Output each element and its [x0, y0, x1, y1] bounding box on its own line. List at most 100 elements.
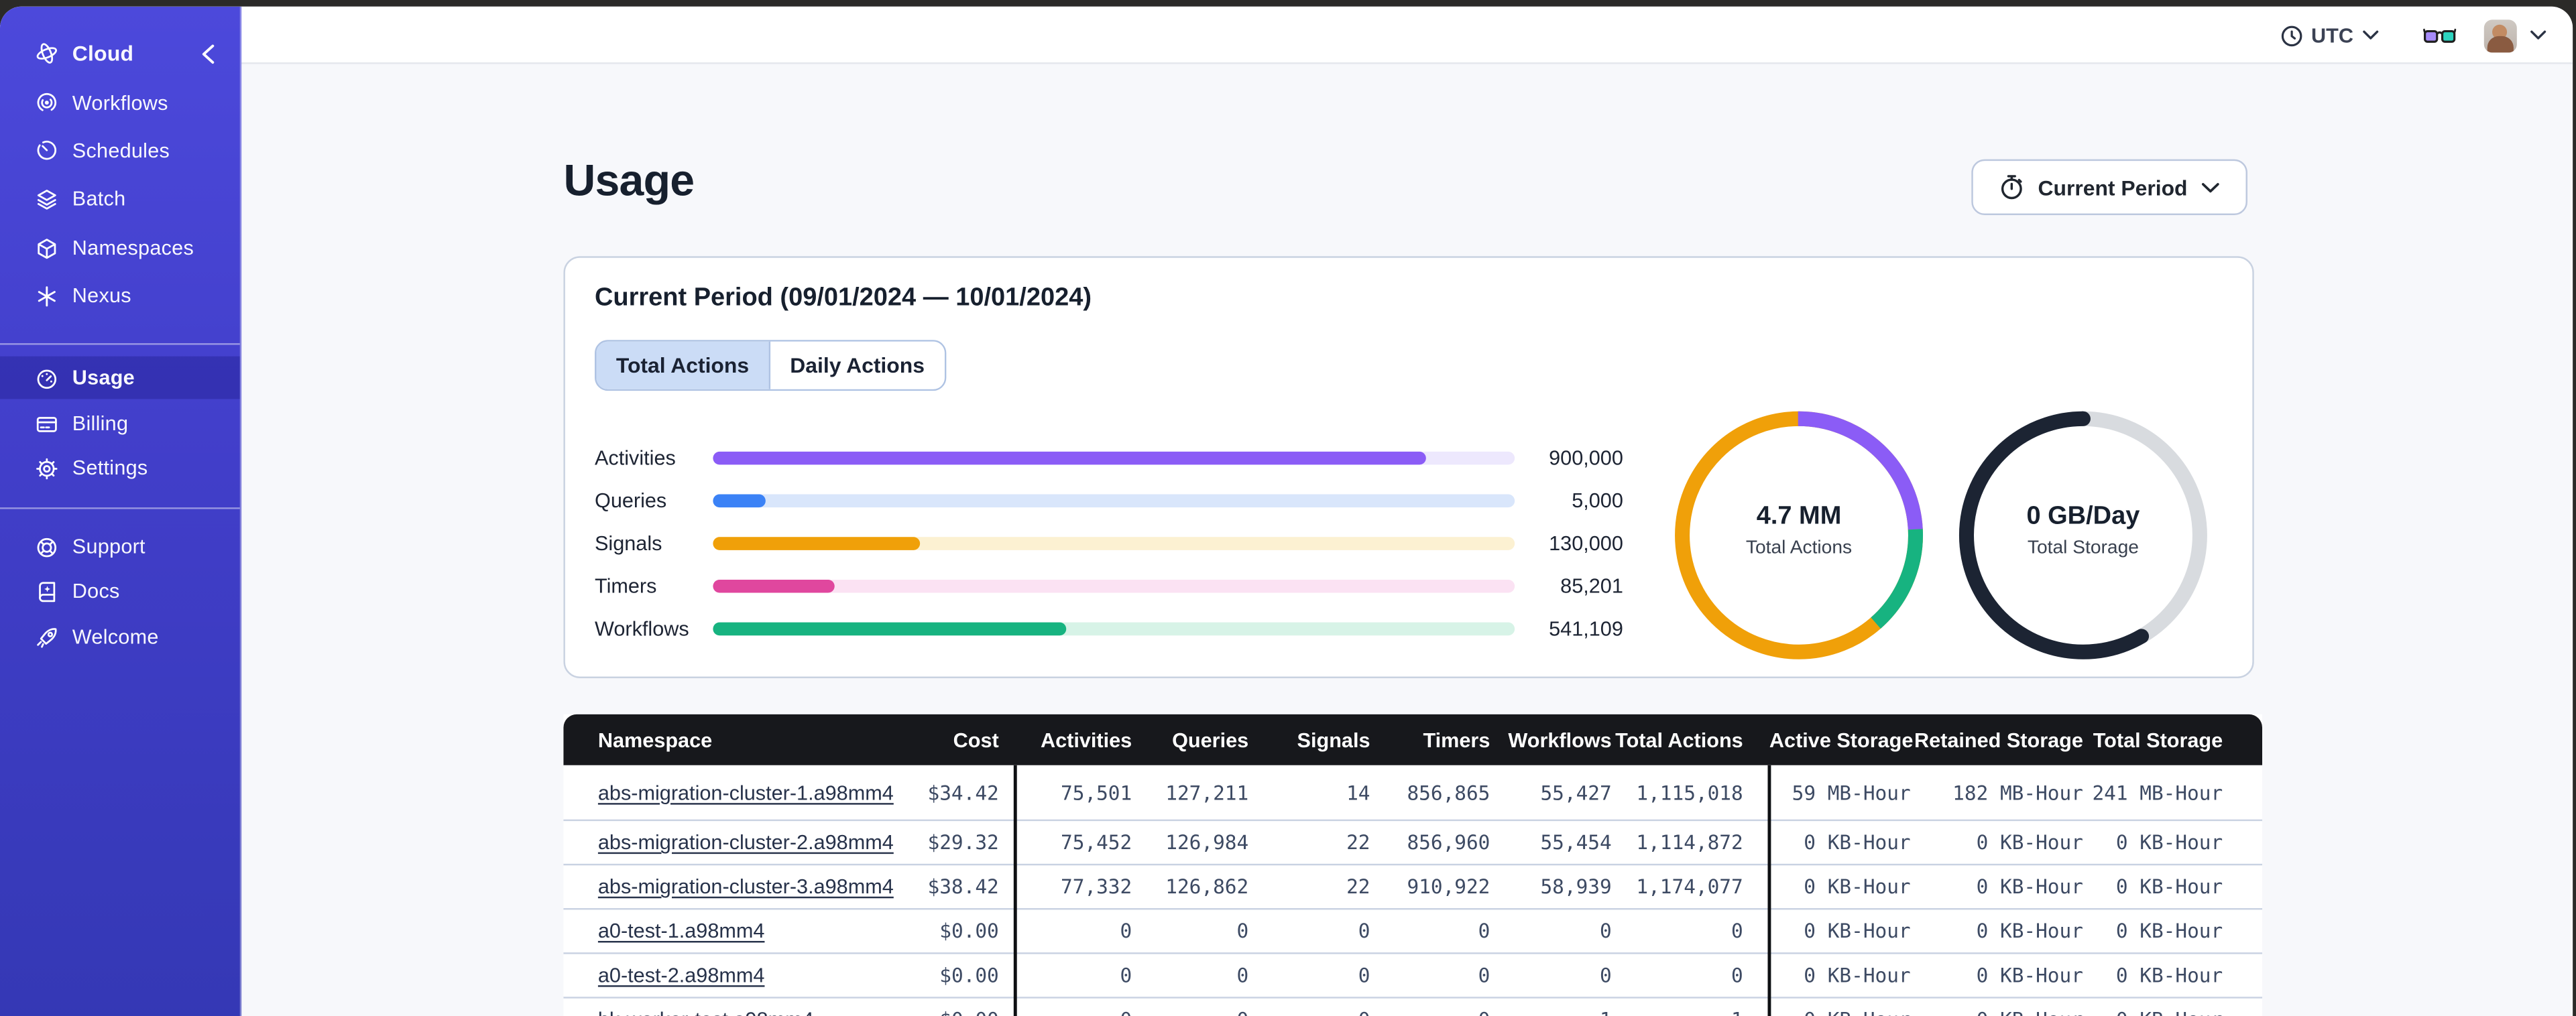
cell-cost: $34.42	[927, 781, 999, 804]
cell-activities: 77,332	[1060, 875, 1132, 899]
cell-total-storage: 0 KB-Hour	[2115, 964, 2223, 987]
current-period-card: Current Period (09/01/2024 — 10/01/2024)…	[563, 256, 2254, 678]
column-header-workflows: Workflows	[1508, 728, 1612, 751]
sidebar-item-settings[interactable]: Settings	[0, 446, 240, 489]
cell-signals: 22	[1346, 875, 1370, 899]
batch-icon	[34, 187, 59, 212]
sidebar-item-label: Nexus	[72, 284, 131, 308]
namespace-link[interactable]: abs-migration-cluster-2.a98mm4	[563, 831, 894, 854]
sidebar-brand-label: Cloud	[72, 41, 134, 66]
cell-queries: 126,984	[1165, 830, 1249, 854]
user-avatar[interactable]	[2483, 19, 2516, 52]
namespace-link[interactable]: abs-migration-cluster-1.a98mm4	[563, 781, 894, 804]
table-row: a0-test-2.a98mm4 $0.00 0 0 0 0 0 0 0 KB-…	[563, 952, 2263, 997]
bar-label: Workflows	[594, 617, 689, 641]
sidebar-item-support[interactable]: Support	[0, 525, 240, 568]
sidebar-item-label: Workflows	[72, 90, 168, 115]
total-actions-donut: 4.7 MM Total Actions	[1667, 404, 1930, 667]
table-row: abs-migration-cluster-1.a98mm4 $34.42 75…	[563, 765, 2263, 820]
table-row: abs-migration-cluster-2.a98mm4 $29.32 75…	[563, 819, 2263, 864]
bar-row-activities: Activities 900,000	[595, 437, 1663, 480]
clock-icon	[2280, 24, 2302, 47]
namespace-link[interactable]: a0-test-2.a98mm4	[563, 964, 843, 987]
chevron-down-icon	[2201, 182, 2219, 193]
bar-track	[713, 537, 1515, 550]
bar-value: 85,201	[1560, 574, 1623, 598]
sidebar-item-label: Schedules	[72, 139, 170, 163]
sidebar-brand-cloud[interactable]: Cloud	[0, 32, 240, 75]
sidebar-item-label: Support	[72, 535, 145, 559]
sidebar-item-nexus[interactable]: Nexus	[0, 275, 240, 318]
cell-workflows: 0	[1599, 964, 1612, 987]
namespace-link[interactable]: abs-migration-cluster-3.a98mm4	[563, 875, 894, 898]
cell-workflows: 55,427	[1540, 781, 1612, 804]
namespaces-icon	[34, 236, 59, 261]
cell-retained-storage: 0 KB-Hour	[1976, 919, 2083, 943]
tab-total-actions[interactable]: Total Actions	[596, 341, 770, 389]
cell-total-actions: 1	[1612, 1008, 1769, 1016]
bar-row-queries: Queries 5,000	[595, 479, 1663, 522]
cell-workflows: 58,939	[1540, 875, 1612, 899]
sidebar-item-label: Settings	[72, 456, 148, 480]
tab-daily-actions[interactable]: Daily Actions	[770, 341, 945, 389]
sidebar-item-docs[interactable]: Docs	[0, 570, 240, 613]
sidebar-item-schedules[interactable]: Schedules	[0, 129, 240, 172]
sidebar: Cloud Workflows Schedules Batch Namespac…	[0, 6, 242, 1016]
column-header-namespace: Namespace	[597, 728, 713, 751]
bar-track	[713, 451, 1515, 465]
cell-retained-storage: 182 MB-Hour	[1952, 781, 2083, 804]
bar-value: 130,000	[1549, 531, 1623, 556]
sidebar-item-welcome[interactable]: Welcome	[0, 616, 240, 659]
cell-cost: $0.00	[939, 964, 999, 987]
table-group-divider	[1767, 765, 1771, 1016]
glasses-icon[interactable]	[2422, 25, 2455, 46]
cell-total-actions: 0	[1731, 919, 1743, 943]
cell-queries: 127,211	[1165, 781, 1249, 804]
cell-activities: 75,452	[1060, 830, 1132, 854]
sidebar-item-billing[interactable]: Billing	[0, 402, 240, 445]
cell-timers: 0	[1478, 919, 1490, 943]
namespace-usage-table: Namespace Cost Activities Queries Signal…	[563, 714, 2263, 1016]
namespace-link[interactable]: bk-worker-test.a98mm4	[563, 1008, 843, 1016]
cell-activities: 75,501	[1060, 781, 1132, 804]
cell-timers: 0	[1478, 964, 1490, 987]
cell-queries: 0	[1132, 1008, 1248, 1016]
bar-track	[713, 579, 1515, 593]
cell-activities: 0	[1120, 964, 1132, 987]
cell-activities: 0	[1015, 1008, 1132, 1016]
cell-active-storage: 0 KB-Hour	[1804, 830, 1911, 854]
sidebar-item-namespaces[interactable]: Namespaces	[0, 227, 240, 269]
cell-cost: $0.00	[939, 919, 999, 943]
column-header-queries: Queries	[1172, 728, 1249, 751]
timezone-selector[interactable]: UTC	[2280, 24, 2378, 47]
table-group-divider	[1013, 765, 1017, 1016]
period-selector-button[interactable]: Current Period	[1971, 159, 2247, 215]
cell-active-storage: 0 KB-Hour	[1804, 875, 1911, 899]
sidebar-item-workflows[interactable]: Workflows	[0, 81, 240, 124]
desktop: UTC Cloud Workflows Schedules Batch Name…	[0, 0, 2576, 1016]
account-menu-chevron-icon[interactable]	[2529, 29, 2546, 41]
cell-active-storage: 0 KB-Hour	[1769, 1008, 1910, 1016]
sidebar-item-batch[interactable]: Batch	[0, 178, 240, 220]
cell-timers: 856,865	[1407, 781, 1490, 804]
total-storage-donut: 0 GB/Day Total Storage	[1952, 404, 2215, 667]
sidebar-item-label: Welcome	[72, 625, 159, 649]
cell-total-storage: 241 MB-Hour	[2092, 781, 2223, 804]
sidebar-item-usage[interactable]: Usage	[0, 356, 240, 399]
namespace-link[interactable]: a0-test-1.a98mm4	[563, 919, 843, 942]
bar-track	[713, 622, 1515, 636]
bar-fill	[713, 494, 766, 508]
nexus-icon	[34, 283, 59, 308]
bar-label: Timers	[594, 574, 657, 598]
card-title: Current Period (09/01/2024 — 10/01/2024)	[594, 283, 1092, 312]
schedules-icon	[34, 139, 59, 164]
cell-total-actions: 0	[1731, 964, 1743, 987]
column-header-total-storage: Total Storage	[2093, 728, 2223, 751]
cell-active-storage: 0 KB-Hour	[1804, 919, 1911, 943]
cell-total-storage: 0 KB-Hour	[2115, 830, 2223, 854]
sidebar-collapse-button[interactable]	[200, 32, 215, 75]
table-row: a0-test-1.a98mm4 $0.00 0 0 0 0 0 0 0 KB-…	[563, 907, 2263, 953]
cell-active-storage: 0 KB-Hour	[1804, 964, 1911, 987]
bar-label: Activities	[594, 446, 676, 470]
cell-workflows: 55,454	[1540, 830, 1612, 854]
